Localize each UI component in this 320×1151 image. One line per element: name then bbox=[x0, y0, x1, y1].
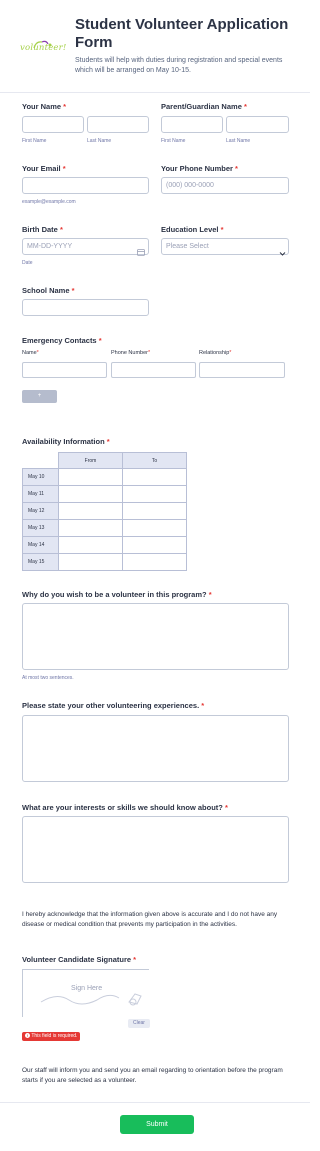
emergency-col-relationship: Relationship* bbox=[199, 350, 232, 356]
availability-col-to: To bbox=[122, 452, 187, 469]
signature-clear-button[interactable]: Clear bbox=[128, 1019, 150, 1028]
footer-divider bbox=[0, 1102, 310, 1103]
submit-button[interactable]: Submit bbox=[120, 1115, 194, 1134]
education-level-select[interactable]: Please Select bbox=[161, 238, 289, 256]
signature-scribble-icon bbox=[37, 984, 147, 1013]
guardian-first-name-sublabel: First Name bbox=[161, 138, 186, 144]
to-cell[interactable] bbox=[122, 485, 187, 503]
availability-col-from: From bbox=[58, 452, 123, 469]
day-label: May 14 bbox=[22, 536, 59, 554]
acknowledgement-text: I hereby acknowledge that the informatio… bbox=[22, 911, 278, 928]
school-name-label: School Name * bbox=[22, 286, 75, 295]
logo: volunteer! bbox=[20, 36, 66, 56]
form-title: Student Volunteer Application Form bbox=[75, 16, 289, 51]
emergency-name-input[interactable] bbox=[22, 362, 107, 378]
education-level-label: Education Level * bbox=[161, 225, 224, 234]
guardian-last-name-sublabel: Last Name bbox=[226, 138, 251, 144]
availability-corner bbox=[22, 452, 59, 469]
why-volunteer-textarea[interactable] bbox=[22, 603, 289, 670]
form-header: volunteer! Student Volunteer Application… bbox=[0, 0, 310, 92]
from-cell[interactable] bbox=[58, 468, 123, 486]
to-cell[interactable] bbox=[122, 502, 187, 520]
education-level-value: Please Select bbox=[166, 243, 209, 250]
form-subtitle: Students will help with duties during re… bbox=[75, 57, 283, 74]
last-name-sublabel: Last Name bbox=[87, 138, 112, 144]
phone-input[interactable]: (000) 000-0000 bbox=[161, 177, 289, 194]
table-row: May 12 bbox=[22, 502, 187, 520]
your-name-label: Your Name * bbox=[22, 102, 67, 111]
table-row: May 13 bbox=[22, 519, 187, 537]
table-row: May 10 bbox=[22, 468, 187, 486]
from-cell[interactable] bbox=[58, 502, 123, 520]
last-name-input[interactable] bbox=[87, 116, 149, 133]
emergency-col-phone: Phone Number* bbox=[111, 350, 151, 356]
logo-text: volunteer! bbox=[20, 43, 67, 53]
emergency-relationship-input[interactable] bbox=[199, 362, 285, 378]
availability-label: Availability Information * bbox=[22, 437, 110, 446]
emergency-phone-input[interactable] bbox=[111, 362, 196, 378]
guardian-last-name-input[interactable] bbox=[226, 116, 289, 133]
day-label: May 12 bbox=[22, 502, 59, 520]
table-row: May 11 bbox=[22, 485, 187, 503]
why-volunteer-sublabel: At most two sentences. bbox=[22, 675, 74, 681]
day-label: May 11 bbox=[22, 485, 59, 503]
birth-date-label: Birth Date * bbox=[22, 225, 63, 234]
to-cell[interactable] bbox=[122, 553, 187, 571]
header-divider bbox=[0, 92, 310, 93]
signature-label: Volunteer Candidate Signature * bbox=[22, 955, 137, 964]
phone-placeholder: (000) 000-0000 bbox=[166, 182, 214, 189]
to-cell[interactable] bbox=[122, 468, 187, 486]
email-input[interactable] bbox=[22, 177, 149, 194]
error-icon: ! bbox=[25, 1033, 30, 1039]
email-label: Your Email * bbox=[22, 164, 66, 173]
availability-header-row: From To bbox=[22, 452, 187, 469]
guardian-first-name-input[interactable] bbox=[161, 116, 223, 133]
table-row: May 14 bbox=[22, 536, 187, 554]
day-label: May 13 bbox=[22, 519, 59, 537]
birth-date-placeholder: MM-DD-YYYY bbox=[27, 243, 73, 250]
signature-pad[interactable]: Sign Here bbox=[22, 969, 149, 1017]
interests-textarea[interactable] bbox=[22, 816, 289, 883]
phone-label: Your Phone Number * bbox=[161, 164, 238, 173]
experience-textarea[interactable] bbox=[22, 715, 289, 782]
guardian-name-label: Parent/Guardian Name * bbox=[161, 102, 247, 111]
from-cell[interactable] bbox=[58, 553, 123, 571]
school-name-input[interactable] bbox=[22, 299, 149, 316]
from-cell[interactable] bbox=[58, 519, 123, 537]
chevron-down-icon bbox=[279, 244, 286, 262]
experience-label: Please state your other volunteering exp… bbox=[22, 701, 205, 710]
availability-table: From To May 10 May 11 May 12 May 13 May … bbox=[22, 452, 187, 571]
day-label: May 10 bbox=[22, 468, 59, 486]
birth-date-sublabel: Date bbox=[22, 260, 33, 266]
birth-date-input[interactable]: MM-DD-YYYY bbox=[22, 238, 149, 256]
from-cell[interactable] bbox=[58, 485, 123, 503]
calendar-icon[interactable] bbox=[137, 243, 145, 261]
email-sublabel: example@example.com bbox=[22, 199, 76, 205]
table-row: May 15 bbox=[22, 553, 187, 571]
emergency-col-name: Name* bbox=[22, 350, 39, 356]
why-volunteer-label: Why do you wish to be a volunteer in thi… bbox=[22, 590, 212, 599]
first-name-input[interactable] bbox=[22, 116, 84, 133]
footer-note: Our staff will inform you and send you a… bbox=[22, 1067, 283, 1084]
to-cell[interactable] bbox=[122, 536, 187, 554]
first-name-sublabel: First Name bbox=[22, 138, 47, 144]
day-label: May 15 bbox=[22, 553, 59, 571]
interests-label: What are your interests or skills we sho… bbox=[22, 803, 228, 812]
signature-error-badge: ! This field is required. bbox=[22, 1032, 81, 1041]
from-cell[interactable] bbox=[58, 536, 123, 554]
emergency-contacts-label: Emergency Contacts * bbox=[22, 336, 102, 345]
add-contact-button[interactable]: + bbox=[22, 390, 57, 403]
to-cell[interactable] bbox=[122, 519, 187, 537]
